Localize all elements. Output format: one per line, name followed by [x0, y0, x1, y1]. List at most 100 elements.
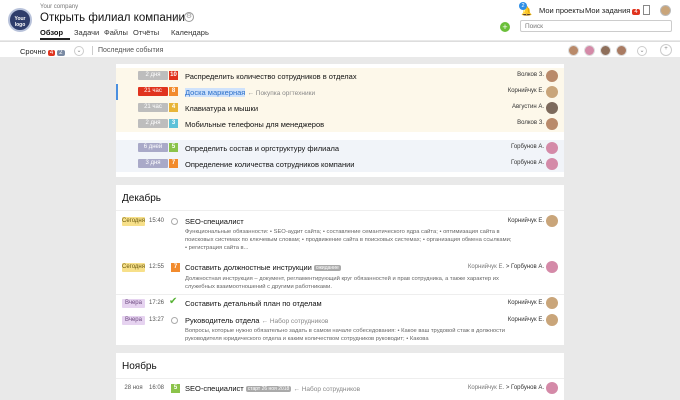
task-row[interactable]: 6 дней 5 Определить состав и оргструктур… [116, 140, 564, 156]
avatar[interactable] [546, 215, 558, 227]
deadline-tag: 21 час [138, 87, 168, 96]
avatar[interactable] [600, 45, 611, 56]
avatar[interactable] [546, 314, 558, 326]
urgent-filter[interactable]: Срочно 4 2 [20, 47, 65, 56]
event-title[interactable]: SEO-специалист [185, 217, 244, 226]
avatar[interactable] [546, 158, 558, 170]
assignee-name[interactable]: Корнийчук Е. [508, 88, 544, 94]
from-name[interactable]: Корнийчук Е. [468, 385, 504, 391]
task-row[interactable]: 21 час 8 Доска маркерная ← Покупка оргте… [116, 84, 564, 100]
event-title[interactable]: Составить детальный план по отделам [185, 299, 322, 308]
divider [116, 294, 564, 295]
task-title-text: Доска маркерная [185, 88, 246, 97]
bookmark-icon[interactable] [643, 5, 650, 15]
deadline-tag: 21 час [138, 103, 168, 112]
avatar[interactable] [546, 102, 558, 114]
parent-task-note[interactable]: ← Набор сотрудников [293, 386, 360, 393]
day-tag: Вчера [122, 316, 145, 325]
assignee-name[interactable]: Горбунов А. [511, 160, 544, 166]
tab-overview[interactable]: Обзор [40, 28, 63, 37]
my-tasks-count: 4 [632, 9, 640, 15]
status-pill: ожидание [313, 265, 341, 271]
my-projects-link[interactable]: Мои проекты [539, 6, 585, 15]
filter-bar: Срочно 4 2 ⌄ Последние события ⌄ + [0, 41, 680, 57]
november-events-panel: Ноябрь 28 ноя 16:08 5 SEO-специалист стар… [116, 353, 564, 400]
start-date-pill: старт 26 ноя 2018 [245, 386, 292, 392]
chevron-down-icon[interactable]: ⌄ [74, 46, 84, 56]
assignment: Корнийчук Е. > Горбунов А. [467, 385, 544, 391]
deadline-tag: 6 дней [138, 143, 168, 152]
task-title[interactable]: Определение количества сотрудников компа… [185, 160, 354, 169]
day-tag: Сегодня [122, 263, 145, 272]
task-title[interactable]: Клавиатура и мышки [185, 104, 258, 113]
task-row[interactable]: 3 дня 7 Определение количества сотрудник… [116, 156, 564, 172]
avatar[interactable] [546, 86, 558, 98]
notification-badge: 2 [519, 2, 527, 10]
december-events-panel: Декабрь Сегодня 15:40 SEO-специалист Кор… [116, 185, 564, 345]
app-header: Your logo Your company Открыть филиал ко… [0, 0, 680, 40]
comment-icon [171, 317, 178, 324]
priority-badge: 5 [169, 143, 178, 152]
search-input[interactable] [520, 20, 672, 32]
my-tasks-link[interactable]: Мои задания 4 [585, 6, 640, 15]
urgent-red-count: 4 [47, 50, 56, 56]
add-button[interactable]: + [500, 22, 510, 32]
priority-badge: 3 [169, 119, 178, 128]
tab-files[interactable]: Файлы [104, 28, 128, 37]
day-tag: Сегодня [122, 217, 145, 226]
avatar[interactable] [546, 118, 558, 130]
event-description: Вопросы, которые нужно обязательно задат… [185, 328, 505, 342]
tab-reports[interactable]: Отчёты [133, 28, 159, 37]
chevron-down-icon[interactable]: ⌄ [637, 46, 647, 56]
last-events-link[interactable]: Последние события [98, 47, 163, 54]
add-member-icon[interactable]: + [660, 44, 672, 56]
task-row[interactable]: 2 дня 3 Мобильные телефоны для менеджеро… [116, 116, 564, 132]
avatar[interactable] [568, 45, 579, 56]
company-name[interactable]: Your company [40, 4, 78, 10]
author-name[interactable]: Корнийчук Е. [508, 300, 544, 306]
task-title[interactable]: Доска маркерная ← Покупка оргтехники [185, 88, 315, 97]
event-time: 16:08 [149, 385, 165, 391]
event-title-text: Составить должностные инструкции [185, 263, 312, 272]
event-description: Функциональные обязанности: • SEO-аудит … [185, 229, 512, 251]
tab-calendar[interactable]: Календарь [171, 28, 209, 37]
assignee-name[interactable]: Горбунов А. [511, 144, 544, 150]
gear-icon[interactable]: ⚙ [184, 12, 194, 22]
to-name[interactable]: Горбунов А. [511, 264, 544, 270]
task-title[interactable]: Распределить количество сотрудников в от… [185, 72, 357, 81]
user-avatar[interactable] [660, 5, 671, 16]
active-tab-indicator [40, 38, 70, 40]
assignee-name[interactable]: Волков З. [517, 72, 544, 78]
event-title[interactable]: Составить должностные инструкции ожидание [185, 263, 341, 272]
parent-task-note[interactable]: ← Покупка оргтехники [247, 90, 315, 97]
avatar[interactable] [546, 382, 558, 394]
avatar[interactable] [584, 45, 595, 56]
author-name[interactable]: Корнийчук Е. [508, 218, 544, 224]
parent-task-note[interactable]: ← Набор сотрудников [262, 318, 329, 325]
event-title[interactable]: Руководитель отдела ← Набор сотрудников [185, 316, 328, 325]
task-title[interactable]: Мобильные телефоны для менеджеров [185, 120, 324, 129]
avatar[interactable] [546, 70, 558, 82]
avatar[interactable] [546, 142, 558, 154]
company-logo[interactable]: Your logo [8, 8, 32, 32]
task-row[interactable]: 2 дня 10 Распределить количество сотрудн… [116, 68, 564, 84]
event-time: 17:26 [149, 300, 165, 306]
from-name[interactable]: Корнийчук Е. [468, 264, 504, 270]
assignee-name[interactable]: Августин А. [512, 104, 544, 110]
deadline-tag: 2 дня [138, 119, 168, 128]
task-title[interactable]: Определить состав и оргструктуру филиала [185, 144, 339, 153]
event-title[interactable]: SEO-специалист старт 26 ноя 2018 ← Набор … [185, 384, 360, 393]
event-time: 13:27 [149, 317, 165, 323]
avatar[interactable] [546, 261, 558, 273]
task-row[interactable]: 21 час 4 Клавиатура и мышки Августин А. [116, 100, 564, 116]
author-name[interactable]: Корнийчук Е. [508, 317, 544, 323]
to-name[interactable]: Горбунов А. [511, 385, 544, 391]
assignee-name[interactable]: Волков З. [517, 120, 544, 126]
avatar[interactable] [616, 45, 627, 56]
star-icon[interactable]: ☆ [171, 12, 181, 25]
priority-badge: 4 [169, 103, 178, 112]
deadline-tag: 2 дня [138, 71, 168, 80]
priority-badge: 7 [169, 159, 178, 168]
avatar[interactable] [546, 297, 558, 309]
tab-tasks[interactable]: Задачи [74, 28, 99, 37]
